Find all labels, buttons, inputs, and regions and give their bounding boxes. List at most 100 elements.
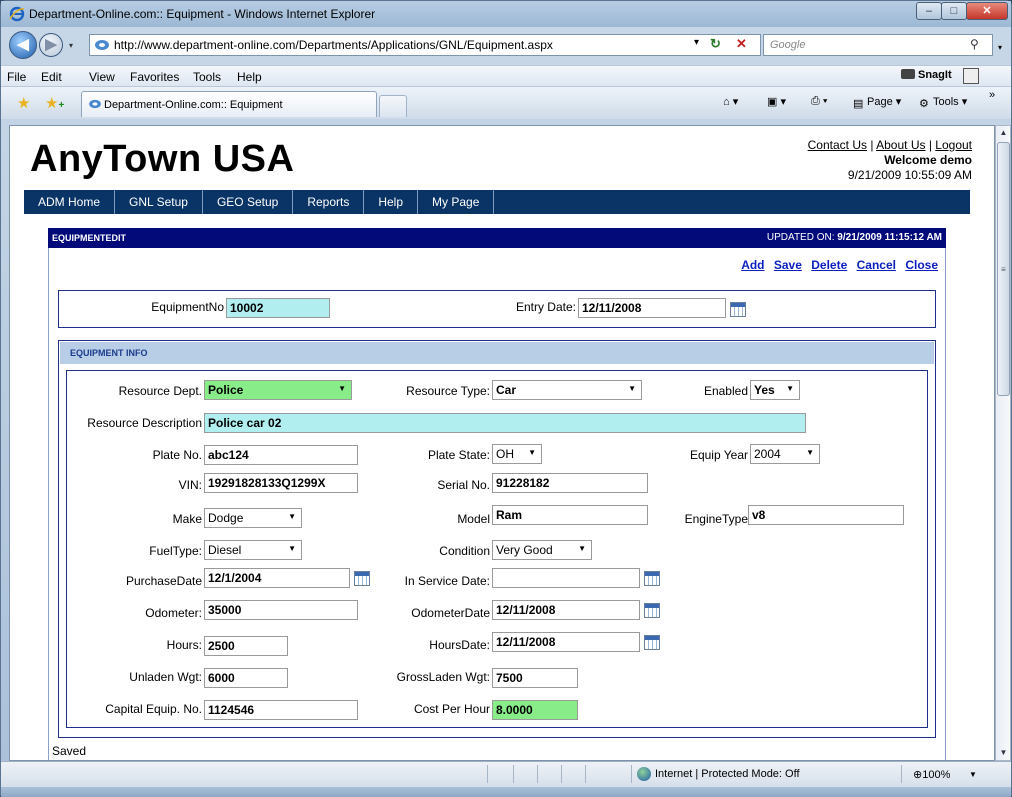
menu-edit[interactable]: Edit [41, 70, 62, 84]
odometer-date-calendar-icon[interactable] [644, 603, 660, 618]
delete-link[interactable]: Delete [811, 258, 847, 272]
save-link[interactable]: Save [774, 258, 802, 272]
window-title: Department-Online.com:: Equipment - Wind… [29, 7, 376, 21]
nav-gnl-setup[interactable]: GNL Setup [115, 190, 203, 214]
site-logo: AnyTown USA [30, 138, 295, 180]
capital-equip-no-field[interactable]: 1124546 [204, 700, 358, 720]
add-favorite-icon[interactable]: ★+ [45, 94, 64, 112]
vin-field[interactable]: 19291828133Q1299X [204, 473, 358, 493]
serial-no-field[interactable]: 91228182 [492, 473, 648, 493]
make-label: Make [172, 512, 202, 526]
engine-type-field[interactable]: v8 [748, 505, 904, 525]
print-icon[interactable]: ⎙ ▾ [811, 95, 827, 108]
purchase-date-calendar-icon[interactable] [354, 571, 370, 586]
status-divider [631, 765, 632, 783]
contact-us-link[interactable]: Contact Us [808, 138, 867, 152]
add-link[interactable]: Add [741, 258, 764, 272]
entry-date-field[interactable]: 12/11/2008 [578, 298, 726, 318]
in-service-date-label: In Service Date: [404, 574, 490, 588]
tab-bar: ★ ★+ Department-Online.com:: Equipment ⌂… [1, 87, 1011, 119]
cancel-link[interactable]: Cancel [857, 258, 896, 272]
nav-adm-home[interactable]: ADM Home [24, 190, 116, 214]
home-icon[interactable]: ⌂ ▾ [723, 95, 738, 108]
zoom-dropdown-icon[interactable]: ▼ [969, 770, 977, 779]
tab-equipment[interactable]: Department-Online.com:: Equipment [81, 91, 377, 117]
enabled-label: Enabled [703, 384, 748, 398]
resource-description-field[interactable]: Police car 02 [204, 413, 806, 433]
menu-view[interactable]: View [89, 70, 115, 84]
search-options-dropdown-icon[interactable]: ▾ [998, 43, 1002, 52]
grossladen-wgt-field[interactable]: 7500 [492, 668, 578, 688]
address-dropdown-icon[interactable]: ▾ [694, 37, 699, 48]
vertical-scrollbar[interactable]: ▲ ≡ ▼ [995, 125, 1011, 761]
menu-help[interactable]: Help [237, 70, 262, 84]
odometer-field[interactable]: 35000 [204, 600, 358, 620]
scroll-thumb[interactable]: ≡ [997, 142, 1010, 396]
logout-link[interactable]: Logout [935, 138, 972, 152]
zoom-level[interactable]: ⊕100% [913, 768, 950, 781]
security-zone-text[interactable]: Internet | Protected Mode: Off [655, 768, 800, 780]
snagit-camera-icon [901, 69, 915, 79]
entry-date-calendar-icon[interactable] [730, 302, 746, 317]
menu-file[interactable]: File [7, 70, 26, 84]
address-bar[interactable]: http://www.department-online.com/Departm… [89, 34, 761, 56]
cost-per-hour-field[interactable]: 8.0000 [492, 700, 578, 720]
in-service-date-calendar-icon[interactable] [644, 571, 660, 586]
about-us-link[interactable]: About Us [876, 138, 925, 152]
nav-reports[interactable]: Reports [293, 190, 365, 214]
model-field[interactable]: Ram [492, 505, 648, 525]
tools-menu[interactable]: ⚙ Tools ▾ [919, 95, 967, 110]
more-commands-chevron-icon[interactable]: » [989, 89, 995, 101]
hours-date-label: HoursDate: [429, 638, 490, 652]
plate-state-select[interactable]: OH ▼ [492, 444, 542, 464]
menu-tools[interactable]: Tools [193, 70, 221, 84]
search-box[interactable]: Google ⚲ [763, 34, 993, 56]
unladen-wgt-field[interactable]: 6000 [204, 668, 288, 688]
equipment-no-field[interactable]: 10002 [226, 298, 330, 318]
forward-button[interactable]: ▶ [39, 33, 63, 57]
recent-pages-dropdown-icon[interactable]: ▾ [69, 41, 73, 50]
close-window-button[interactable]: ✕ [966, 2, 1008, 20]
odometer-date-field[interactable]: 12/11/2008 [492, 600, 640, 620]
favorites-center-icon[interactable]: ★ [17, 94, 30, 112]
chevron-down-icon: ▼ [288, 512, 296, 521]
updated-on: UPDATED ON: 9/21/2009 11:15:12 AM [767, 232, 942, 243]
top-links: Contact Us | About Us | Logout Welcome d… [808, 138, 972, 183]
equipment-no-label: EquipmentNo [151, 300, 224, 314]
updated-value: 9/21/2009 11:15:12 AM [837, 232, 942, 243]
maximize-button[interactable]: □ [941, 2, 967, 20]
refresh-icon[interactable]: ↻ [710, 36, 721, 52]
search-icon[interactable]: ⚲ [970, 37, 979, 51]
close-link[interactable]: Close [905, 258, 938, 272]
hours-date-field[interactable]: 12/11/2008 [492, 632, 640, 652]
url-text[interactable]: http://www.department-online.com/Departm… [114, 38, 553, 52]
scroll-down-icon[interactable]: ▼ [998, 748, 1009, 757]
in-service-date-field[interactable] [492, 568, 640, 588]
back-button[interactable]: ◀ [9, 31, 37, 59]
snagit-button[interactable]: SnagIt [901, 69, 952, 81]
resource-dept-select[interactable]: Police ▼ [204, 380, 352, 400]
nav-my-page[interactable]: My Page [418, 190, 495, 214]
scroll-up-icon[interactable]: ▲ [998, 128, 1009, 137]
hours-field[interactable]: 2500 [204, 636, 288, 656]
nav-geo-setup[interactable]: GEO Setup [203, 190, 294, 214]
nav-help[interactable]: Help [364, 190, 419, 214]
condition-select[interactable]: Very Good ▼ [492, 540, 592, 560]
minimize-button[interactable]: – [916, 2, 942, 20]
purchase-date-field[interactable]: 12/1/2004 [204, 568, 350, 588]
page-menu[interactable]: ▤ Page ▾ [853, 95, 901, 110]
stop-icon[interactable]: ✕ [736, 36, 747, 52]
fuel-type-select[interactable]: Diesel ▼ [204, 540, 302, 560]
link-separator: | [928, 138, 932, 152]
plate-no-field[interactable]: abc124 [204, 445, 358, 465]
feeds-icon[interactable]: ▣ ▾ [767, 95, 786, 108]
condition-label: Condition [439, 544, 490, 558]
resource-type-select[interactable]: Car ▼ [492, 380, 642, 400]
snagit-window-icon[interactable] [963, 68, 979, 84]
new-tab-button[interactable] [379, 95, 407, 117]
equip-year-select[interactable]: 2004 ▼ [750, 444, 820, 464]
hours-date-calendar-icon[interactable] [644, 635, 660, 650]
make-select[interactable]: Dodge ▼ [204, 508, 302, 528]
enabled-select[interactable]: Yes ▼ [750, 380, 800, 400]
menu-favorites[interactable]: Favorites [130, 70, 179, 84]
